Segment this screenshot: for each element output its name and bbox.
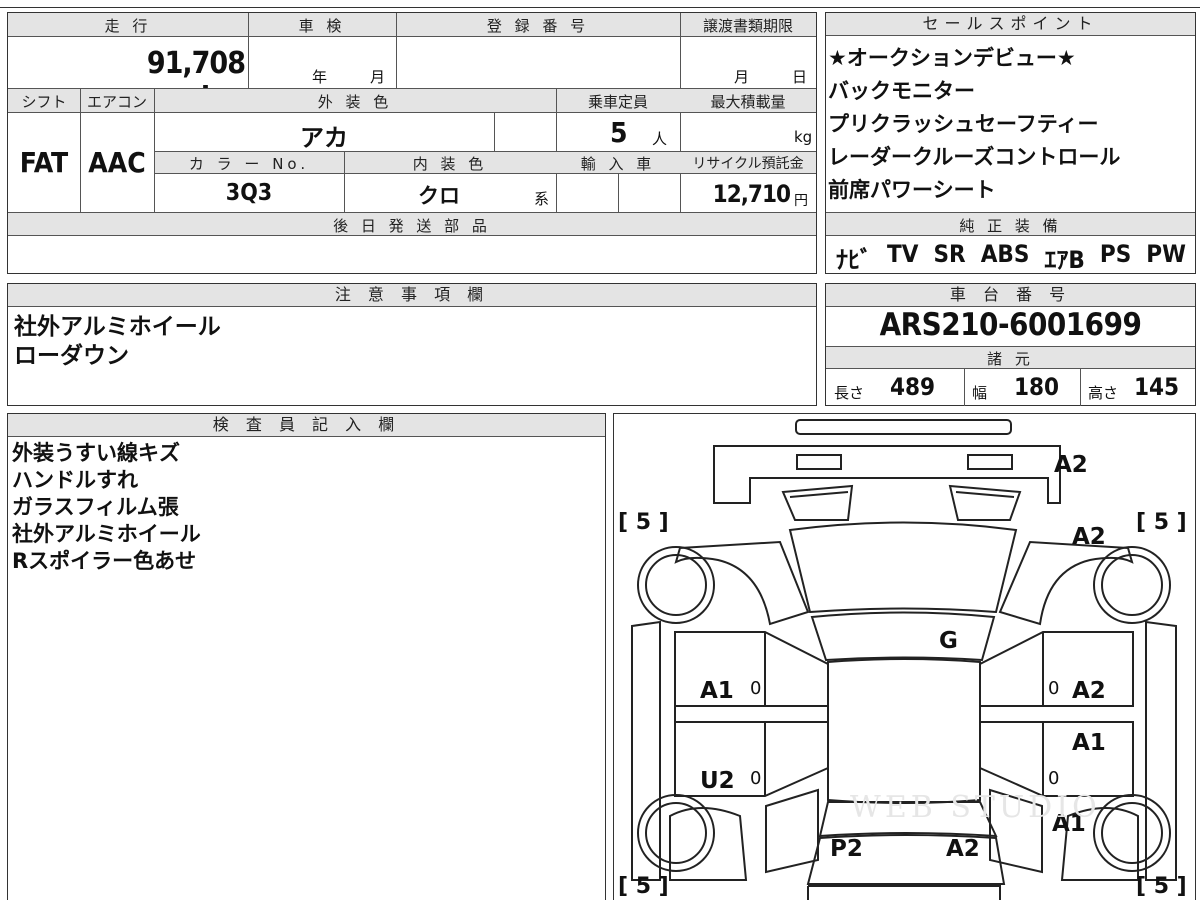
width-value: 180 [1014,373,1060,401]
top-cutoff-strip [0,0,1200,8]
inspector-line: ハンドルすれ [12,468,138,492]
equipment-item: ABS [980,240,1030,268]
notes-lines: 社外アルミホイール ローダウン [14,313,221,371]
car-diagram [631,419,1177,900]
mark-front-door-left: A1 [700,678,734,704]
mark-rear-door-right: A1 [1072,730,1106,756]
inspector-label: 検 査 員 記 入 欄 [8,414,605,437]
mark-rear-right: A2 [946,836,980,862]
mark-front-door-right: A2 [1072,678,1106,704]
notes-label: 注 意 事 項 欄 [8,284,816,307]
later-parts-label: 後 日 発 送 部 品 [333,217,491,235]
inspector-lines: 外装うすい線キズ ハンドルすれ ガラスフィルム張 社外アルミホイール Rスポイラ… [12,440,201,575]
color-no-value: 3Q3 [225,180,273,206]
zero-mark: 0 [1048,768,1060,789]
mileage-label: 走 行 [104,17,152,35]
sales-points-list: ★オークションデビュー★ バックモニター プリクラッシュセーフティー レーダーク… [828,42,1192,207]
equipment-item: ﾅﾋﾞ [836,246,872,274]
equipment-list: ﾅﾋﾞ TV SR ABS ｴｱB PS PW [836,240,1186,275]
equipment-item: ｴｱB [1044,246,1085,274]
registration-label: 登 録 番 号 [486,17,590,35]
equipment-item: PW [1146,240,1186,268]
capacity-value: 5 [610,116,628,149]
inspector-line: Rスポイラー色あせ [12,549,197,573]
mark-rear-left: P2 [830,836,863,862]
exterior-color-value: アカ [300,124,348,152]
recycle-value: 12,710 [712,180,791,208]
notes-line: ローダウン [14,343,129,369]
color-no-label: カ ラ ー No. [188,155,310,173]
transfer-month: 月 [734,68,750,86]
ac-label: エアコン [86,93,147,111]
shift-label: シフト [21,93,67,111]
inspection-label: 車 検 [298,17,346,35]
recycle-unit: 円 [794,193,808,209]
watermark: WEB STUDIO [850,790,1101,825]
mark-rear-door-left: U2 [700,768,735,794]
zero-mark: 0 [750,768,762,789]
interior-color-label: 内 装 色 [412,155,488,173]
capacity-label: 乗車定員 [587,93,648,111]
transfer-deadline-label: 譲渡書類期限 [702,17,793,35]
sales-point-item: ★オークションデビュー★ [828,46,1076,70]
inspector-line: 社外アルミホイール [12,522,201,546]
max-load-label: 最大積載量 [710,93,786,111]
specs-label: 諸 元 [987,350,1034,368]
equipment-item: PS [1099,240,1132,268]
sales-point-item: バックモニター [828,79,975,103]
exterior-color-label: 外 装 色 [317,93,393,111]
interior-suffix: 系 [534,190,550,208]
tire-front-left: [ 5 ] [618,510,669,535]
zero-mark: 0 [750,678,762,699]
sales-point-item: レーダークルーズコントロール [828,145,1121,169]
width-label: 幅 [972,384,988,402]
tire-front-right: [ 5 ] [1136,510,1187,535]
year-unit: 年 [312,68,328,86]
equipment-item: TV [887,240,919,268]
mark-windshield: G [939,628,958,654]
mark-front-bumper-right: A2 [1054,452,1088,478]
max-load-unit: kg [794,128,813,146]
sales-point-item: プリクラッシュセーフティー [828,112,1099,136]
mark-front-fender-right: A2 [1072,524,1106,550]
length-label: 長さ [834,384,865,402]
height-value: 145 [1134,373,1180,401]
capacity-unit: 人 [652,130,668,148]
import-label: 輸 入 車 [580,155,656,173]
ac-value: AAC [88,146,146,179]
height-label: 高さ [1088,384,1119,402]
zero-mark: 0 [1048,678,1060,699]
equipment-item: SR [933,240,966,268]
transfer-day: 日 [792,68,808,86]
length-value: 489 [890,373,936,401]
equipment-label: 純 正 装 備 [959,217,1062,235]
inspector-line: 外装うすい線キズ [12,441,180,465]
sales-point-item: 前席パワーシート [828,178,996,202]
recycle-label: リサイクル預託金 [692,156,804,172]
chassis-label: 車 台 番 号 [826,284,1195,307]
tire-rear-right: [ 5 ] [1136,874,1187,899]
month-unit: 月 [370,68,386,86]
tire-rear-left: [ 5 ] [618,874,669,899]
interior-color-value: クロ [418,184,460,208]
shift-value: FAT [19,146,69,179]
inspector-line: ガラスフィルム張 [12,495,179,519]
notes-line: 社外アルミホイール [14,314,221,340]
sales-points-label: セールスポイント [826,13,1195,36]
chassis-value: ARS210-6001699 [879,307,1142,343]
